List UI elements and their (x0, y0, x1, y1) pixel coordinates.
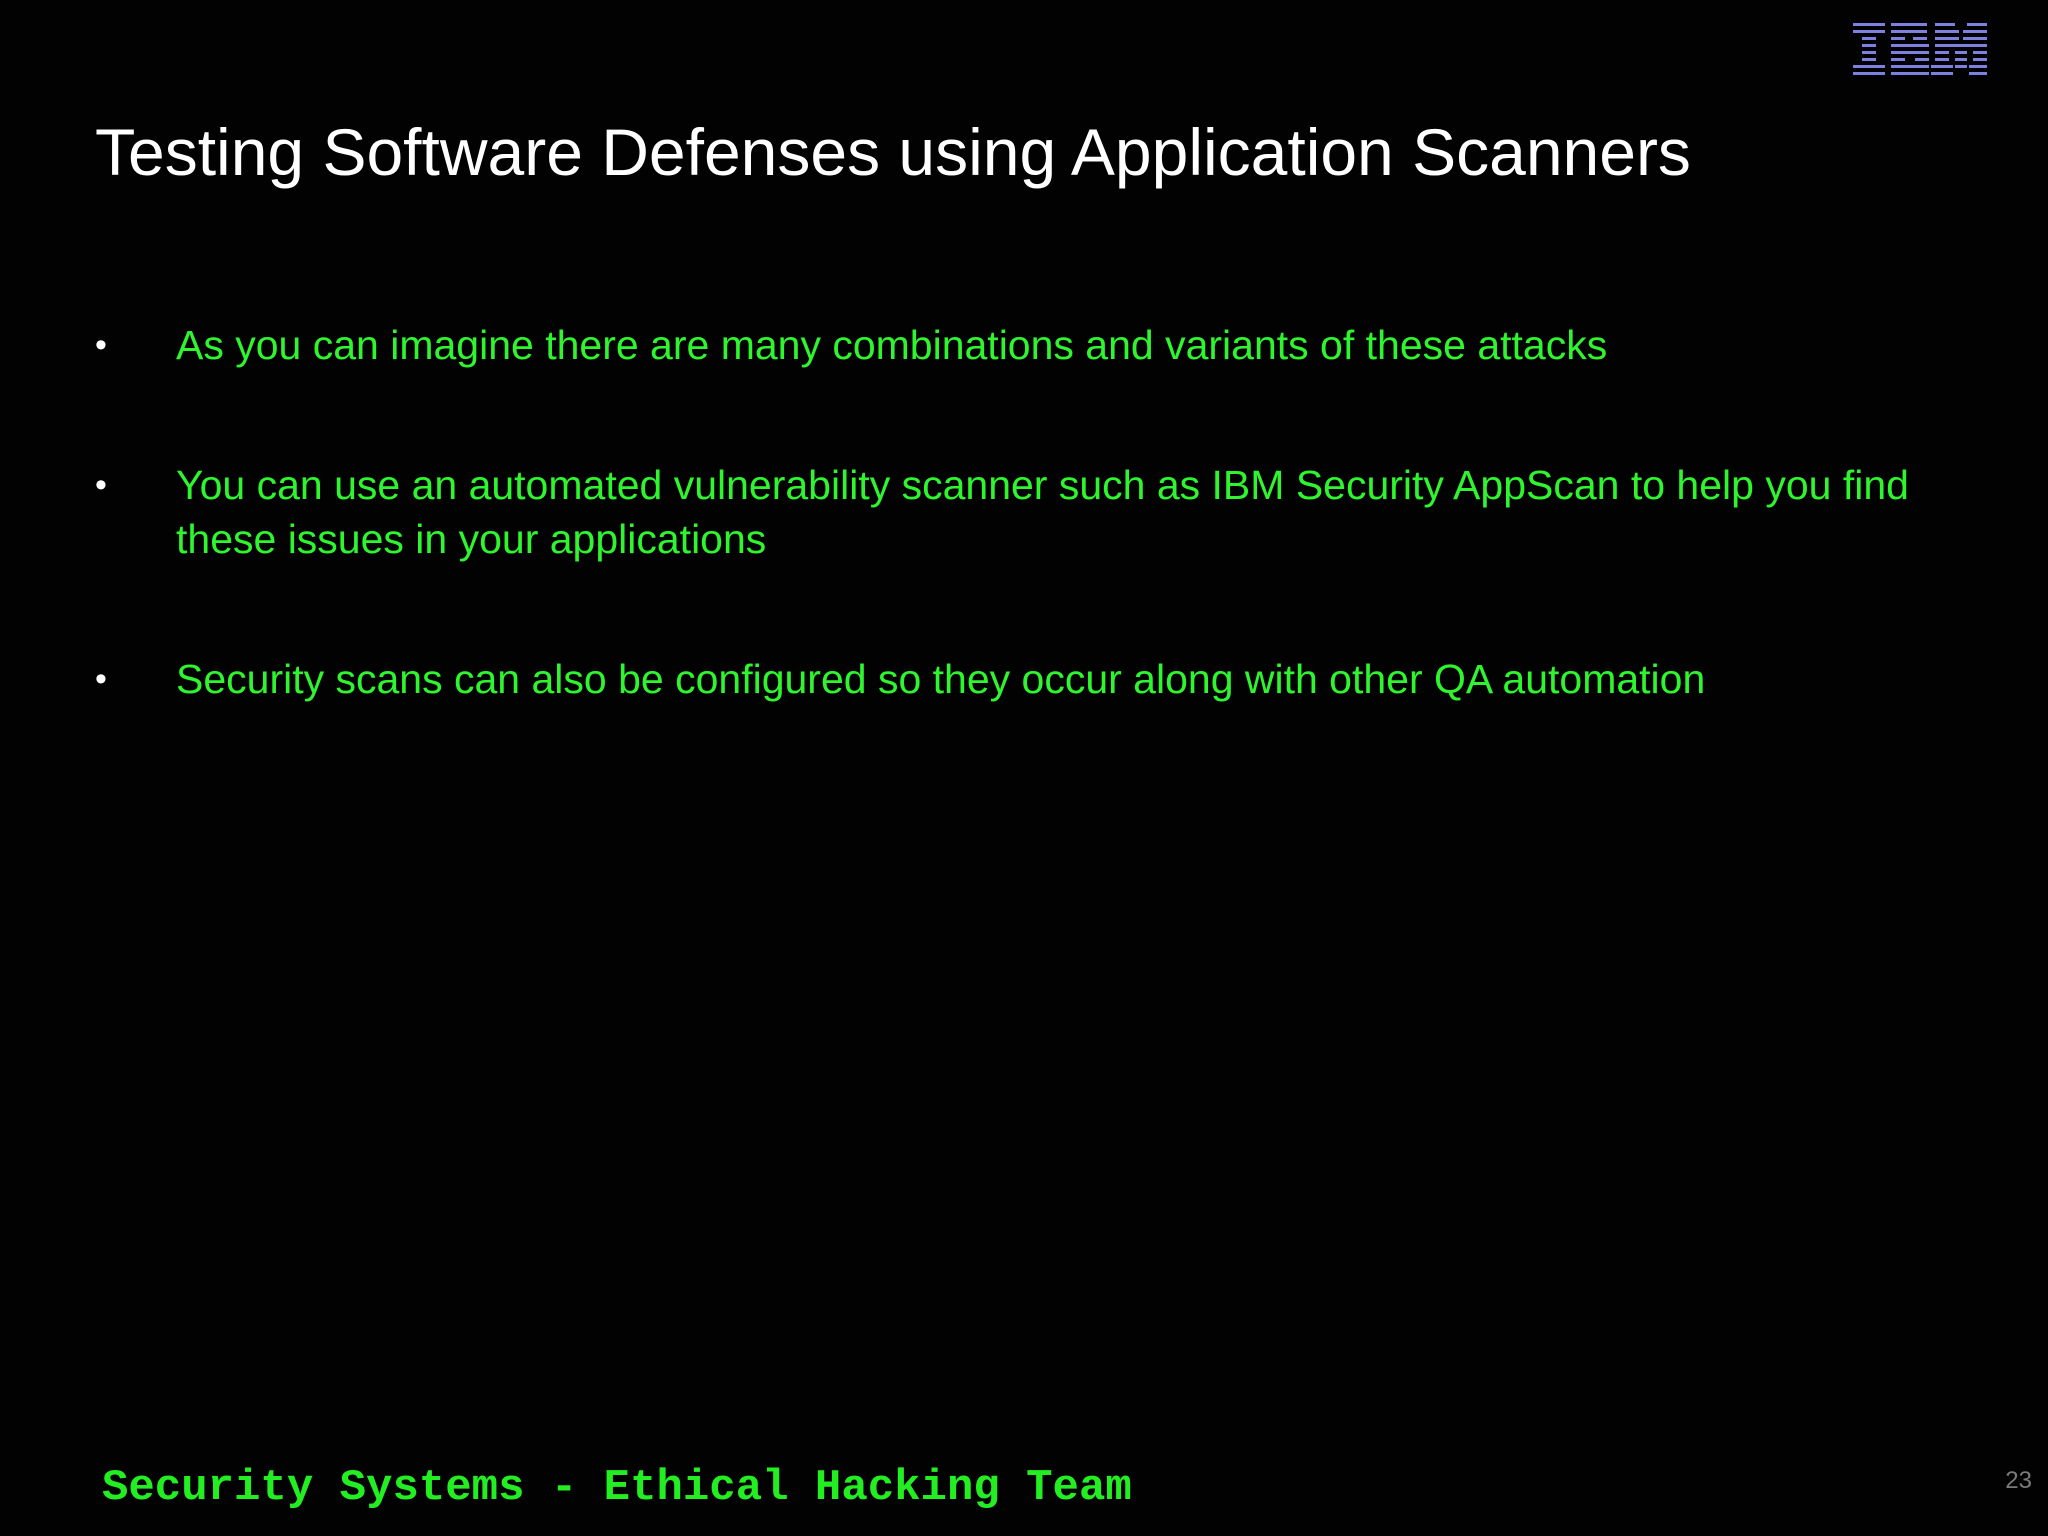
bullet-marker: • (95, 326, 107, 364)
bullet-text: You can use an automated vulnerability s… (176, 462, 1909, 562)
list-item: • Security scans can also be configured … (95, 652, 1975, 706)
slide: Testing Software Defenses using Applicat… (0, 0, 2048, 1536)
footer-team-name: Security Systems - Ethical Hacking Team (102, 1463, 1132, 1513)
page-number: 23 (2005, 1467, 2032, 1494)
bullet-text: Security scans can also be configured so… (176, 656, 1706, 702)
slide-title: Testing Software Defenses using Applicat… (95, 115, 1691, 189)
bullet-marker: • (95, 660, 107, 698)
list-item: • As you can imagine there are many comb… (95, 318, 1975, 372)
list-item: • You can use an automated vulnerability… (95, 458, 1975, 566)
bullet-text: As you can imagine there are many combin… (176, 322, 1608, 368)
bullet-list: • As you can imagine there are many comb… (95, 318, 1975, 706)
bullet-marker: • (95, 466, 107, 504)
ibm-logo-icon (1853, 22, 1987, 78)
